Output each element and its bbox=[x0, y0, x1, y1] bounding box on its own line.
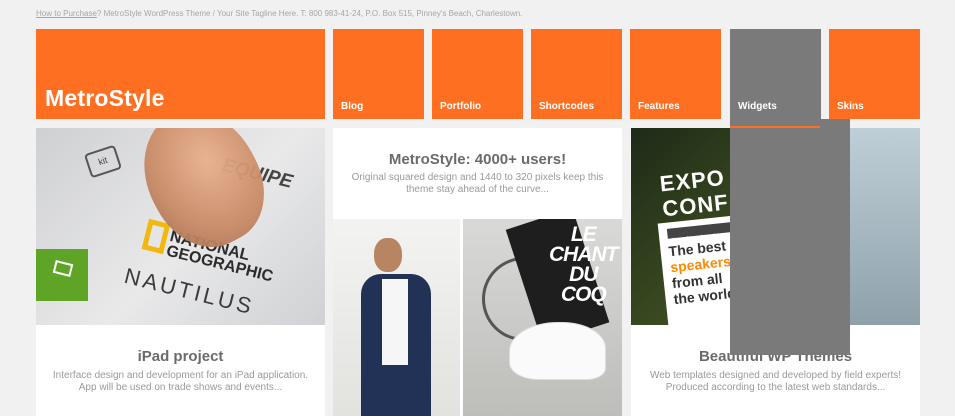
nav-label: Widgets bbox=[738, 101, 777, 112]
card-description: Web templates designed and developed by … bbox=[649, 370, 902, 393]
expo-right-screen bbox=[850, 128, 920, 325]
portfolio-card-ipad[interactable]: kit EQUIPE NATIONAL GEOGRAPHIC NAUTILUS … bbox=[36, 128, 325, 416]
card-image-ipad[interactable]: kit EQUIPE NATIONAL GEOGRAPHIC NAUTILUS bbox=[36, 128, 325, 325]
expo-headline: The best speakers from all the world bbox=[668, 237, 737, 307]
card-description: Original squared design and 1440 to 320 … bbox=[351, 172, 604, 195]
top-info-bar: How to Purchase? MetroStyle WordPress Th… bbox=[36, 9, 522, 18]
how-to-purchase-link[interactable]: How to Purchase bbox=[36, 9, 97, 18]
nav-label: Portfolio bbox=[440, 101, 482, 112]
card-image-le-coq[interactable]: LE CHANT DU COQ bbox=[333, 219, 622, 416]
nav-label: Blog bbox=[341, 101, 364, 112]
man-shirt bbox=[382, 279, 408, 365]
nav-tile-widgets[interactable]: Widgets bbox=[730, 29, 821, 119]
le-chant-du-coq-text: LE CHANT DU COQ bbox=[549, 223, 618, 306]
nav-label: Skins bbox=[837, 101, 864, 112]
expo-conf-text: EXPO CONF bbox=[658, 164, 730, 222]
portfolio-card-metrostyle[interactable]: MetroStyle: 4000+ users! Original square… bbox=[333, 128, 622, 416]
nav-label: Shortcodes bbox=[539, 101, 595, 112]
nav-tile-shortcodes[interactable]: Shortcodes bbox=[531, 29, 622, 119]
nav-tile-blog[interactable]: Blog bbox=[333, 29, 424, 119]
nav-label: Features bbox=[638, 101, 680, 112]
site-logo[interactable]: MetroStyle bbox=[45, 85, 165, 112]
site-tagline: ? MetroStyle WordPress Theme / Your Site… bbox=[96, 9, 523, 18]
card-title[interactable]: iPad project bbox=[36, 348, 325, 365]
sneaker bbox=[509, 322, 606, 380]
card-description: Interface design and development for an … bbox=[52, 370, 309, 393]
man-head bbox=[374, 238, 402, 272]
dropdown-accent-strip bbox=[730, 126, 820, 128]
image-divider bbox=[460, 219, 463, 416]
widgets-dropdown-menu[interactable] bbox=[730, 119, 850, 355]
logo-tile[interactable]: MetroStyle bbox=[36, 29, 325, 119]
nav-tile-features[interactable]: Features bbox=[630, 29, 721, 119]
nav-tile-skins[interactable]: Skins bbox=[829, 29, 920, 119]
nav-tile-portfolio[interactable]: Portfolio bbox=[432, 29, 523, 119]
card-title[interactable]: MetroStyle: 4000+ users! bbox=[333, 151, 622, 168]
